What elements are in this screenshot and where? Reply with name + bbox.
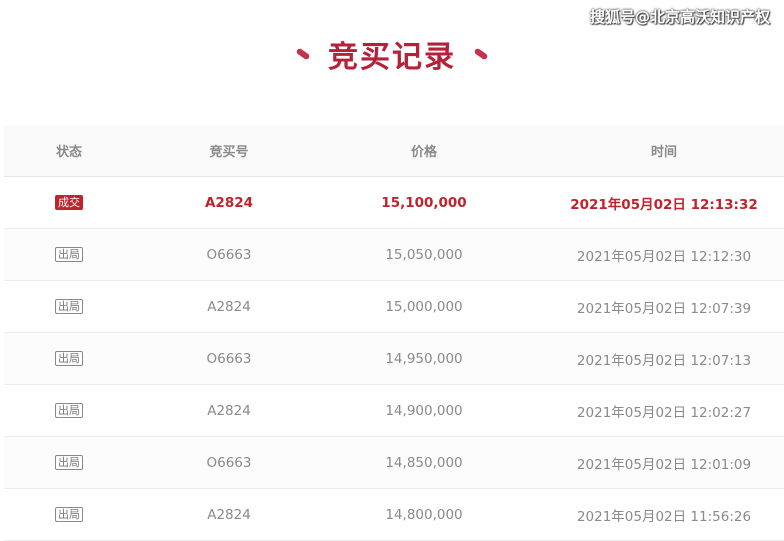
table-header: 状态 竞买号 价格 时间 xyxy=(4,125,784,177)
time-cell: 2021年05月02日 12:07:39 xyxy=(576,300,752,317)
header-status: 状态 xyxy=(55,145,82,160)
price-cell: 15,050,000 xyxy=(385,246,463,263)
table-row: 出局 A2824 14,900,000 2021年05月02日 12:02:27 xyxy=(4,385,784,437)
status-badge: 出局 xyxy=(55,507,83,522)
bid-no-cell: A2824 xyxy=(204,194,254,211)
price-cell: 15,100,000 xyxy=(381,194,467,211)
price-cell: 14,800,000 xyxy=(385,506,463,523)
time-cell: 2021年05月02日 12:12:30 xyxy=(576,248,752,265)
page-title: 竞买记录 xyxy=(328,40,456,75)
price-cell: 14,850,000 xyxy=(385,454,463,471)
price-cell: 14,950,000 xyxy=(385,350,463,367)
price-cell: 14,900,000 xyxy=(385,402,463,419)
time-cell: 2021年05月02日 12:13:32 xyxy=(570,196,758,213)
table-row: 出局 O6663 14,850,000 2021年05月02日 12:01:09 xyxy=(4,437,784,489)
time-cell: 2021年05月02日 12:02:27 xyxy=(576,404,752,421)
watermark: 搜狐号@北京高沃知识产权 xyxy=(589,8,770,26)
time-cell: 2021年05月02日 11:56:26 xyxy=(576,508,752,525)
bid-record-table: 状态 竞买号 价格 时间 成交 A2824 15,100,000 2021年05… xyxy=(4,125,784,541)
table-row: 出局 A2824 14,800,000 2021年05月02日 11:56:26 xyxy=(4,489,784,541)
bid-no-cell: A2824 xyxy=(207,402,251,419)
status-badge: 出局 xyxy=(55,299,83,314)
bid-no-cell: A2824 xyxy=(207,298,251,315)
status-badge: 出局 xyxy=(55,247,83,262)
status-badge: 出局 xyxy=(55,403,83,418)
table-row: 成交 A2824 15,100,000 2021年05月02日 12:13:32 xyxy=(4,177,784,229)
header-time: 时间 xyxy=(650,145,677,160)
right-deco-icon xyxy=(473,47,489,61)
price-cell: 15,000,000 xyxy=(385,298,463,315)
header-price: 价格 xyxy=(410,145,437,160)
bid-no-cell: O6663 xyxy=(206,246,252,263)
status-badge: 出局 xyxy=(55,351,83,366)
status-badge: 出局 xyxy=(55,455,83,470)
status-badge: 成交 xyxy=(55,195,83,210)
table-row: 出局 O6663 15,050,000 2021年05月02日 12:12:30 xyxy=(4,229,784,281)
time-cell: 2021年05月02日 12:07:13 xyxy=(576,352,752,369)
time-cell: 2021年05月02日 12:01:09 xyxy=(576,456,752,473)
table-row: 出局 O6663 14,950,000 2021年05月02日 12:07:13 xyxy=(4,333,784,385)
table-row: 出局 A2824 15,000,000 2021年05月02日 12:07:39 xyxy=(4,281,784,333)
title-bar: 竞买记录 xyxy=(0,32,784,76)
bid-no-cell: A2824 xyxy=(207,506,251,523)
bid-no-cell: O6663 xyxy=(206,454,252,471)
left-deco-icon xyxy=(295,47,311,61)
bid-no-cell: O6663 xyxy=(206,350,252,367)
header-bid-no: 竞买号 xyxy=(209,145,249,160)
